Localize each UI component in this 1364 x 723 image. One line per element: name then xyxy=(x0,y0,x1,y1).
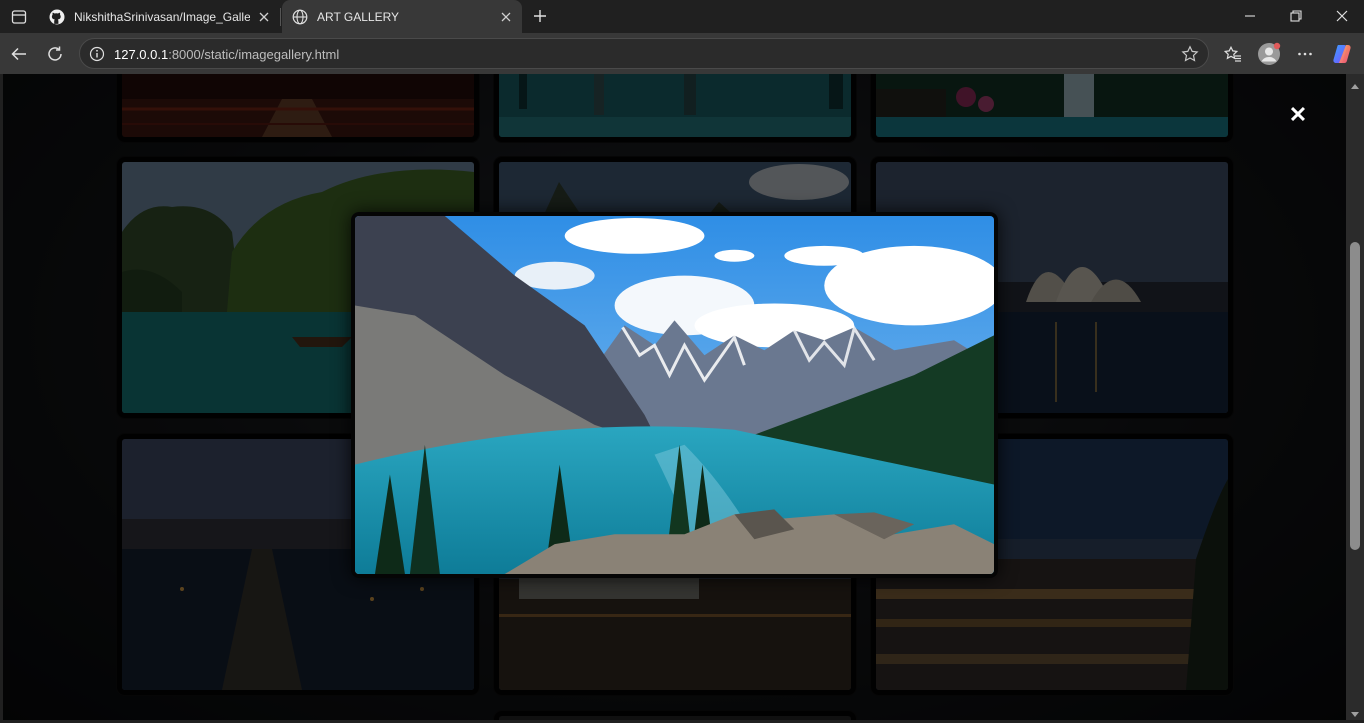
globe-icon xyxy=(292,9,308,25)
new-tab-icon[interactable] xyxy=(530,6,550,26)
tab-actions-icon[interactable] xyxy=(8,6,30,28)
close-lightbox-icon[interactable]: ✕ xyxy=(1286,102,1310,127)
scrollbar-thumb[interactable] xyxy=(1350,242,1360,550)
browser-title-bar: NikshithaSrinivasan/Image_Gallery ART GA… xyxy=(0,0,1364,33)
lightbox-image-moraine-lake[interactable] xyxy=(351,212,998,578)
site-info-icon[interactable] xyxy=(88,45,106,63)
more-icon[interactable] xyxy=(1292,41,1318,67)
favorite-star-icon[interactable] xyxy=(1180,44,1200,64)
url-text: 127.0.0.1:8000/static/imagegallery.html xyxy=(114,47,339,62)
page-scrollbar[interactable] xyxy=(1346,74,1364,720)
url-host: 127.0.0.1 xyxy=(114,47,169,62)
close-window-icon[interactable] xyxy=(1328,4,1356,28)
address-bar[interactable]: 127.0.0.1:8000/static/imagegallery.html xyxy=(79,38,1209,69)
scroll-up-icon[interactable] xyxy=(1351,78,1359,89)
close-tab-icon[interactable] xyxy=(256,9,272,25)
browser-toolbar: 127.0.0.1:8000/static/imagegallery.html xyxy=(0,33,1364,74)
url-path: :8000/static/imagegallery.html xyxy=(168,47,340,62)
tab-title: NikshithaSrinivasan/Image_Gallery xyxy=(74,9,250,24)
minimize-icon[interactable] xyxy=(1236,4,1264,28)
favorites-icon[interactable] xyxy=(1220,41,1246,67)
back-icon[interactable] xyxy=(6,41,32,67)
tab-separator xyxy=(280,8,281,26)
copilot-icon[interactable] xyxy=(1329,41,1355,67)
tab-github[interactable]: NikshithaSrinivasan/Image_Gallery xyxy=(40,0,280,33)
close-tab-icon[interactable] xyxy=(498,9,514,25)
scroll-down-icon[interactable] xyxy=(1351,705,1359,717)
refresh-icon[interactable] xyxy=(42,41,68,67)
tab-art-gallery[interactable]: ART GALLERY xyxy=(282,0,522,33)
restore-icon[interactable] xyxy=(1282,4,1310,28)
tab-title: ART GALLERY xyxy=(317,9,400,24)
profile-icon[interactable] xyxy=(1256,41,1282,67)
github-icon xyxy=(49,9,65,25)
page-viewport: ✕ xyxy=(3,74,1346,720)
